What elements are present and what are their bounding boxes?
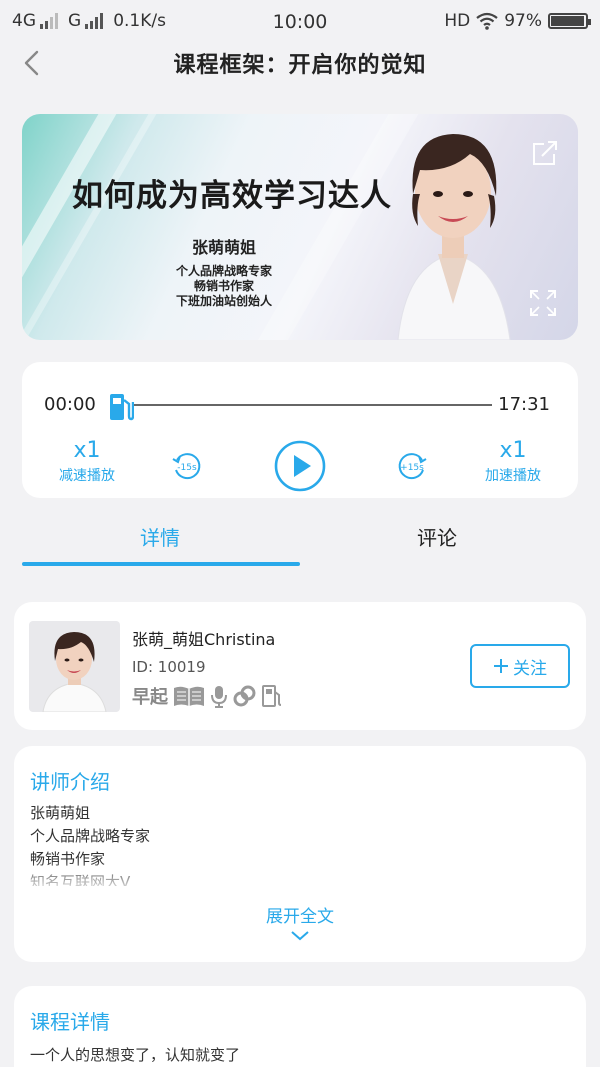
avatar[interactable] [29, 621, 120, 712]
play-button[interactable] [274, 440, 326, 492]
fuel-icon [262, 685, 282, 707]
speaker-portrait [397, 134, 511, 340]
chevron-down-icon [291, 931, 309, 941]
banner-headline: 如何成为高效学习达人 [72, 178, 392, 214]
progress-track[interactable] [132, 404, 492, 406]
audio-player: 00:00 17:31 x1 减速播放 -15s +15s x1 加速播放 [22, 362, 578, 498]
tab-details[interactable]: 详情 [140, 522, 180, 551]
page-title: 课程框架：开启你的觉知 [173, 53, 427, 78]
teacher-card: 张萌_萌姐Christina ID: 10019 早起 关注 [14, 602, 586, 730]
banner-author: 张萌萌姐 个人品牌战略专家 畅销书作家 下班加油站创始人 [174, 234, 274, 309]
fast-speed-label: 加速播放 [485, 468, 541, 484]
intro-line: 张萌萌姐 [30, 804, 91, 822]
teacher-id: ID: 10019 [132, 658, 206, 676]
course-detail-text: 一个人的思想变了，认知就变了 [30, 1046, 241, 1064]
forward-label: +15s [400, 463, 424, 473]
slow-speed-value: x1 [73, 438, 101, 463]
teacher-name[interactable]: 张萌_萌姐Christina [132, 626, 275, 650]
banner-author-name: 张萌萌姐 [191, 238, 256, 257]
content-tabs: 详情 评论 [0, 506, 600, 566]
current-time: 00:00 [44, 394, 96, 415]
instructor-intro-title: 讲师介绍 [30, 770, 110, 794]
follow-button[interactable]: 关注 [470, 644, 570, 688]
battery-percent: 97% [504, 11, 542, 31]
course-banner[interactable]: 如何成为高效学习达人 张萌萌姐 个人品牌战略专家 畅销书作家 下班加油站创始人 [22, 114, 578, 340]
fast-speed-value: x1 [499, 438, 527, 463]
intro-line: 知名互联网大V [30, 873, 131, 886]
speed-up-button[interactable]: x1 加速播放 [482, 438, 544, 485]
plus-icon [494, 659, 508, 673]
instructor-intro-card: 讲师介绍 张萌萌姐 个人品牌战略专家 畅销书作家 知名互联网大V 展开全文 [14, 746, 586, 962]
book-icon [174, 686, 204, 706]
slow-down-button[interactable]: x1 减速播放 [56, 438, 118, 485]
fuel-pump-icon[interactable] [108, 390, 134, 422]
status-bar: 4G G 0.1K/s 10:00 HD 97% [0, 0, 600, 42]
tab-comments[interactable]: 评论 [417, 522, 457, 551]
rewind-15s-icon[interactable]: -15s [171, 450, 203, 482]
instructor-intro-text: 张萌萌姐 个人品牌战略专家 畅销书作家 知名互联网大V [30, 802, 150, 886]
nav-bar: 课程框架：开启你的觉知 [0, 42, 600, 92]
rewind-label: -15s [177, 463, 197, 473]
active-tab-indicator [22, 562, 300, 566]
intro-line: 畅销书作家 [30, 850, 106, 868]
expand-full-text-button[interactable]: 展开全文 [14, 902, 586, 941]
slow-speed-label: 减速播放 [59, 468, 115, 484]
follow-label: 关注 [513, 658, 547, 679]
early-riser-badge: 早起 [132, 687, 168, 708]
fullscreen-icon[interactable] [528, 288, 558, 318]
expand-label: 展开全文 [266, 907, 334, 927]
intro-line: 个人品牌战略专家 [30, 827, 151, 845]
course-detail-title: 课程详情 [30, 1010, 110, 1034]
banner-author-title: 个人品牌战略专家 [175, 264, 272, 278]
course-detail-card: 课程详情 一个人的思想变了，认知就变了 [14, 986, 586, 1067]
wifi-icon [476, 12, 498, 30]
hd-label: HD [444, 11, 471, 31]
microphone-icon [211, 686, 227, 708]
share-icon[interactable] [530, 138, 560, 168]
forward-15s-icon[interactable]: +15s [396, 450, 428, 482]
total-time: 17:31 [498, 394, 550, 415]
system-status: HD 97% [444, 11, 591, 31]
banner-author-title: 下班加油站创始人 [175, 294, 272, 308]
banner-author-title: 畅销书作家 [193, 279, 254, 293]
rings-icon [233, 685, 256, 707]
battery-icon [548, 13, 591, 29]
badge-list: 早起 [132, 684, 284, 708]
